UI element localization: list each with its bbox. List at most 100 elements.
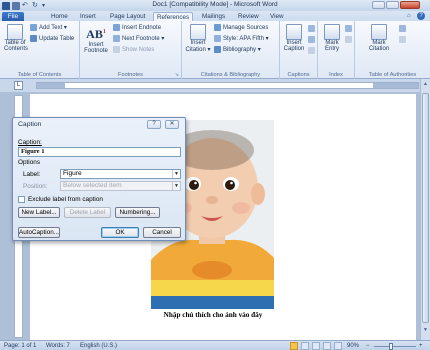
- word-count[interactable]: Words: 7: [46, 342, 70, 350]
- photo-caption-text[interactable]: Nhập chú thích cho ảnh vào đây: [146, 311, 280, 319]
- ribbon-tabs: File Home Insert Page Layout References …: [0, 11, 430, 21]
- ribbon: Table of Contents Add Text ▾ Update Tabl…: [0, 21, 430, 79]
- dialog-help-button[interactable]: ?: [147, 120, 161, 129]
- tab-insert[interactable]: Insert: [77, 12, 99, 21]
- scrollbar-thumb[interactable]: [422, 93, 429, 323]
- update-table-icon[interactable]: [308, 36, 315, 43]
- web-layout-view-icon[interactable]: [312, 342, 320, 350]
- tab-home[interactable]: Home: [48, 12, 71, 21]
- view-ruler-icon[interactable]: ▲: [422, 81, 429, 88]
- insert-endnote-button[interactable]: Insert Endnote: [113, 24, 161, 31]
- tab-view[interactable]: View: [267, 12, 287, 21]
- autocaption-button[interactable]: AutoCaption...: [18, 227, 60, 238]
- horizontal-ruler[interactable]: [0, 79, 430, 92]
- caption-input[interactable]: Figure 1: [18, 147, 181, 157]
- add-text-icon: [30, 24, 37, 31]
- print-layout-view-icon[interactable]: [290, 342, 298, 350]
- ruler-strip: [36, 82, 419, 89]
- insert-caption-button[interactable]: Insert Caption: [283, 24, 305, 52]
- vertical-scrollbar[interactable]: ▲ ▼: [420, 79, 430, 340]
- zoom-level[interactable]: 90%: [347, 342, 359, 350]
- page-count[interactable]: Page: 1 of 1: [4, 342, 36, 350]
- show-notes-button: Show Notes: [113, 46, 154, 53]
- chevron-down-icon: ▼: [172, 182, 180, 190]
- help-icon[interactable]: ?: [417, 12, 425, 20]
- position-label: Position:: [23, 183, 48, 190]
- tab-review[interactable]: Review: [235, 12, 262, 21]
- draft-view-icon[interactable]: [334, 342, 342, 350]
- caption-dialog: Caption ? ✕ Caption: Figure 1 Options La…: [12, 117, 186, 241]
- zoom-slider-thumb[interactable]: [389, 343, 393, 350]
- mark-citation-icon: [371, 24, 387, 40]
- update-index-icon[interactable]: [345, 36, 352, 43]
- style-icon: [214, 35, 221, 42]
- cancel-button[interactable]: Cancel: [143, 227, 181, 238]
- style-dropdown[interactable]: Style: APA Fifth ▾: [214, 35, 269, 42]
- scroll-down-icon[interactable]: ▼: [422, 327, 429, 333]
- zoom-slider[interactable]: [374, 346, 416, 347]
- tab-selector[interactable]: L: [14, 81, 23, 90]
- group-captions: Insert Caption Captions: [280, 21, 318, 79]
- tab-file[interactable]: File: [2, 12, 24, 21]
- tab-page-layout[interactable]: Page Layout: [107, 12, 148, 21]
- label-label: Label:: [23, 171, 41, 178]
- update-toa-icon[interactable]: [399, 36, 406, 43]
- update-table-icon: [30, 35, 37, 42]
- cross-reference-icon[interactable]: [308, 47, 315, 54]
- group-citations-bibliography: Insert Citation ▾ Manage Sources Style: …: [182, 21, 280, 79]
- status-bar: Page: 1 of 1 Words: 7 English (U.S.) 90%…: [0, 340, 430, 350]
- tab-references[interactable]: References: [153, 12, 194, 21]
- outline-view-icon[interactable]: [323, 342, 331, 350]
- label-dropdown[interactable]: Figure ▼: [60, 169, 181, 179]
- zoom-in-button[interactable]: +: [419, 342, 423, 350]
- numbering-button[interactable]: Numbering...: [115, 207, 160, 218]
- group-table-of-contents: Table of Contents Add Text ▾ Update Tabl…: [0, 21, 80, 79]
- group-index: Mark Entry Index: [318, 21, 355, 79]
- insert-table-of-figures-icon[interactable]: [308, 25, 315, 32]
- manage-sources-button[interactable]: Manage Sources: [214, 24, 268, 31]
- new-label-button[interactable]: New Label...: [18, 207, 60, 218]
- table-of-contents-button[interactable]: Table of Contents: [4, 24, 28, 52]
- endnote-icon: [113, 24, 120, 31]
- maximize-button[interactable]: [386, 1, 399, 9]
- mark-entry-icon: [324, 24, 340, 40]
- minimize-button[interactable]: [372, 1, 385, 9]
- mark-entry-button[interactable]: Mark Entry: [321, 24, 343, 52]
- delete-label-button: Delete Label: [64, 207, 111, 218]
- insert-footnote-button[interactable]: AB1 Insert Footnote: [83, 24, 109, 54]
- language-indicator[interactable]: English (U.S.): [80, 342, 117, 350]
- full-screen-view-icon[interactable]: [301, 342, 309, 350]
- bibliography-icon: [214, 46, 221, 53]
- citation-icon: [190, 24, 206, 40]
- footnote-icon: AB1: [86, 27, 106, 41]
- title-bar: ↶ ↻ ▾ Doc1 [Compatibility Mode] - Micros…: [0, 0, 430, 11]
- next-footnote-button[interactable]: Next Footnote ▾: [113, 35, 164, 42]
- add-text-button[interactable]: Add Text ▾: [30, 24, 67, 31]
- mark-citation-button[interactable]: Mark Citation: [365, 24, 393, 52]
- caption-icon: [286, 24, 302, 40]
- update-table-button[interactable]: Update Table: [30, 35, 74, 42]
- options-label: Options: [18, 159, 41, 166]
- minimize-ribbon-icon[interactable]: ⌂: [407, 13, 411, 19]
- dialog-close-button[interactable]: ✕: [165, 120, 179, 129]
- window-title: Doc1 [Compatibility Mode] - Microsoft Wo…: [152, 1, 278, 8]
- group-table-of-authorities: Mark Citation Table of Authorities: [355, 21, 430, 79]
- insert-index-icon[interactable]: [345, 25, 352, 32]
- footnotes-dialog-launcher-icon[interactable]: ↘: [175, 72, 179, 78]
- caption-label: Caption:: [18, 139, 42, 146]
- insert-citation-button[interactable]: Insert Citation ▾: [185, 24, 211, 53]
- insert-table-of-authorities-icon[interactable]: [399, 25, 406, 32]
- position-dropdown: Below selected item ▼: [60, 181, 181, 191]
- chevron-down-icon: ▼: [172, 170, 180, 178]
- exclude-label-text: Exclude label from caption: [28, 196, 103, 203]
- next-footnote-icon: [113, 35, 120, 42]
- close-window-button[interactable]: [400, 1, 420, 9]
- bibliography-button[interactable]: Bibliography ▾: [214, 46, 261, 53]
- manage-sources-icon: [214, 24, 221, 31]
- zoom-out-button[interactable]: −: [366, 342, 370, 350]
- group-footnotes: AB1 Insert Footnote Insert Endnote Next …: [80, 21, 182, 79]
- ok-button[interactable]: OK: [101, 227, 139, 238]
- exclude-label-checkbox[interactable]: [18, 196, 25, 203]
- tab-mailings[interactable]: Mailings: [199, 12, 228, 21]
- toc-icon: [7, 24, 23, 40]
